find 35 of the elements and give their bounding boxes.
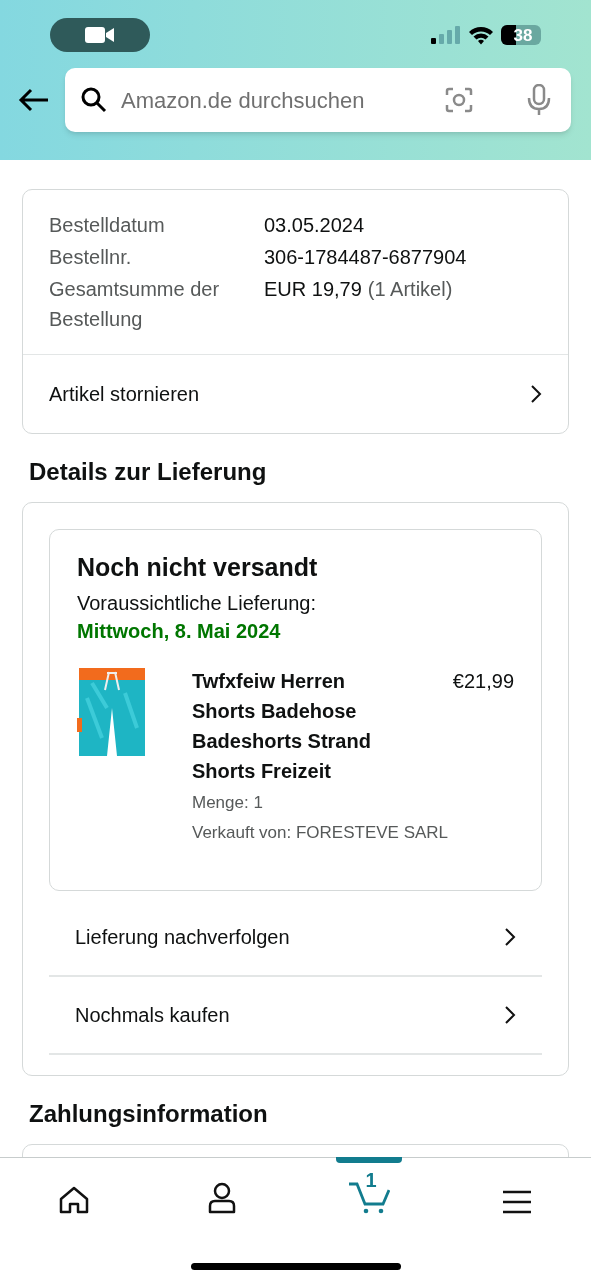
action-row[interactable]: Nochmals kaufen [49,977,542,1055]
microphone-icon[interactable] [527,84,551,116]
cancel-items-row[interactable]: Artikel stornieren [23,355,568,433]
section-heading: Details zur Lieferung [29,457,268,487]
field-value: 03.05.2024 [264,213,365,238]
field-label: Bestellnr. [49,245,133,270]
delivery-date: Mittwoch, 8. Mai 2024 [77,619,282,644]
search-icon [81,87,107,113]
delivery-estimate-label: Voraussichtliche Lieferung: [77,591,318,616]
field-value: EUR 19,79 [264,277,362,302]
video-camera-icon [85,26,115,44]
camera-icon[interactable] [445,87,473,113]
back-arrow-icon[interactable] [18,88,50,112]
signal-icon [431,26,461,44]
item-count: (1 Artikel) [367,277,453,302]
search-input[interactable]: Amazon.de durchsuchen [121,83,431,117]
field-label: Bestelldatum [49,213,166,238]
chevron-right-icon [504,1005,516,1025]
account-icon[interactable] [207,1182,236,1214]
quantity-text: Menge: 1 [192,792,264,814]
wifi-icon [468,25,494,45]
home-icon[interactable] [58,1186,89,1214]
product-title[interactable]: Twfxfeiw Herren Shorts Badehose Badeshorts Strand Shorts Freizeit [192,666,397,786]
seller-text: Verkauft von: FORESTEVE SARL [192,822,450,844]
chevron-right-icon [504,927,516,947]
shipment-status: Noch nicht versandt [77,552,319,582]
section-heading: Zahlungsinformation [29,1099,269,1129]
search-bar[interactable]: Amazon.de durchsuchen [65,68,571,132]
field-value: 306-1784487-6877904 [264,245,467,270]
field-label: Gesamtsumme der Bestellung [49,277,221,332]
action-row[interactable]: Lieferung nachverfolgen [49,899,542,977]
menu-icon[interactable] [502,1190,533,1214]
cart-count: 1 [365,1170,377,1190]
chevron-right-icon [530,384,542,404]
product-price: €21,99 [452,669,514,694]
